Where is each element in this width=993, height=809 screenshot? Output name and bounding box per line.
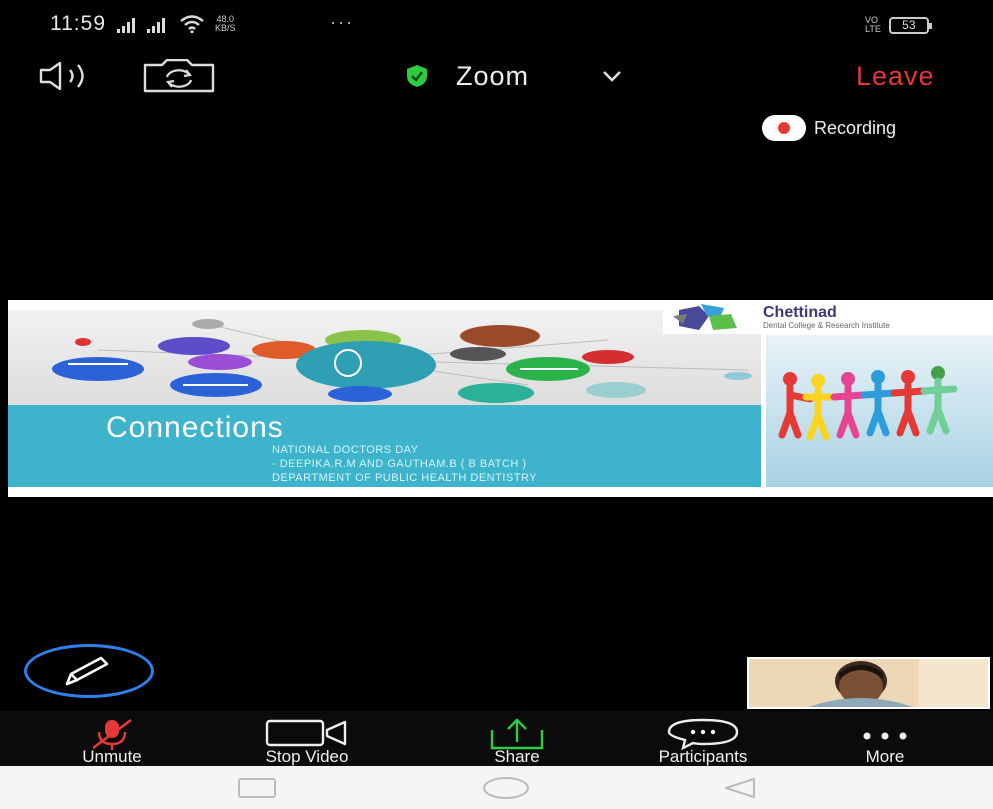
signal-icon-2 bbox=[147, 17, 165, 33]
share-icon bbox=[490, 718, 544, 750]
logo-subtitle: Dental College & Research Institute bbox=[763, 321, 890, 330]
slide-line: - DEEPIKA.R.M AND GAUTHAM.B ( B BATCH ) bbox=[272, 458, 527, 470]
more-button[interactable]: More bbox=[840, 711, 930, 766]
meeting-title[interactable]: Zoom bbox=[456, 61, 529, 92]
signal-icon bbox=[117, 17, 135, 33]
share-button[interactable]: Share bbox=[462, 711, 572, 766]
meeting-top-bar: Zoom Leave bbox=[0, 55, 993, 95]
chat-bubble-icon bbox=[667, 718, 739, 750]
status-bar: 11:59 48.0 KB/S ··· VO LTE 53 bbox=[0, 0, 993, 50]
network-speed: 48.0 KB/S bbox=[215, 14, 236, 33]
video-camera-icon bbox=[265, 719, 347, 747]
slide-subtitle-lines: NATIONAL DOCTORS DAY - DEEPIKA.R.M AND G… bbox=[272, 443, 537, 485]
home-icon[interactable] bbox=[480, 776, 532, 800]
status-time: 11:59 bbox=[50, 12, 106, 35]
status-more: ··· bbox=[330, 12, 354, 32]
chevron-down-icon[interactable] bbox=[602, 69, 622, 83]
institution-logo: Chettinad Dental College & Research Inst… bbox=[663, 300, 993, 334]
battery-indicator: 53 bbox=[888, 16, 932, 34]
more-dots-icon bbox=[863, 732, 907, 740]
stop-video-button[interactable]: Stop Video bbox=[228, 711, 386, 766]
recording-dot-icon bbox=[762, 115, 806, 141]
android-nav-bar bbox=[0, 766, 993, 809]
share-label: Share bbox=[494, 747, 540, 766]
self-video-thumbnail[interactable] bbox=[747, 657, 990, 709]
chettinad-logo-mark bbox=[673, 304, 737, 330]
paper-people-image bbox=[766, 335, 993, 487]
slide-heading: Connections bbox=[106, 411, 284, 444]
participant-video-image bbox=[749, 659, 988, 707]
slide-title-band: Connections NATIONAL DOCTORS DAY - DEEPI… bbox=[8, 405, 761, 487]
wifi-icon bbox=[180, 15, 204, 33]
status-icons: 48.0 KB/S bbox=[117, 15, 236, 33]
slide-line: DEPARTMENT OF PUBLIC HEALTH DENTISTRY bbox=[272, 472, 538, 484]
participants-label: Participants bbox=[658, 747, 748, 766]
encryption-shield-icon[interactable] bbox=[405, 64, 429, 88]
back-icon[interactable] bbox=[720, 776, 760, 800]
more-label: More bbox=[865, 747, 905, 766]
stop-video-label: Stop Video bbox=[265, 747, 349, 766]
logo-name: Chettinad bbox=[763, 304, 837, 321]
volte-indicator: VO LTE bbox=[865, 15, 881, 34]
unmute-button[interactable]: Unmute bbox=[52, 711, 172, 766]
pencil-icon bbox=[65, 656, 109, 686]
recording-indicator[interactable]: Recording bbox=[762, 115, 896, 141]
recording-label: Recording bbox=[814, 117, 897, 138]
speaker-icon[interactable] bbox=[38, 60, 108, 92]
participants-button[interactable]: Participants bbox=[610, 711, 796, 766]
shared-screen-slide[interactable]: Connections NATIONAL DOCTORS DAY - DEEPI… bbox=[8, 300, 993, 497]
switch-camera-icon[interactable] bbox=[142, 59, 216, 93]
status-right: VO LTE 53 bbox=[865, 15, 932, 34]
slide-line: NATIONAL DOCTORS DAY bbox=[272, 444, 419, 456]
annotate-button[interactable] bbox=[24, 644, 154, 698]
leave-button[interactable]: Leave bbox=[856, 61, 935, 92]
unmute-label: Unmute bbox=[82, 747, 142, 766]
meeting-toolbar: Unmute Stop Video Share Participants Mor… bbox=[0, 711, 993, 766]
recent-apps-icon[interactable] bbox=[236, 776, 278, 800]
muted-mic-icon bbox=[92, 718, 132, 750]
slide-connections-graphic bbox=[8, 310, 761, 405]
